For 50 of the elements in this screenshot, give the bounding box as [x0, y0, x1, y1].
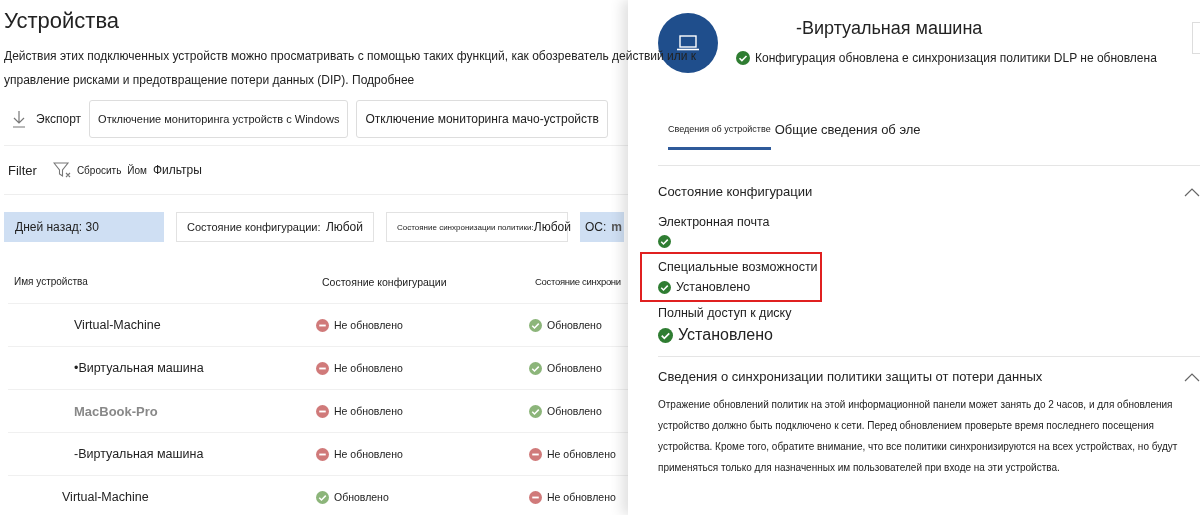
filter-extra-label: Йом: [127, 164, 147, 176]
status-text: Не обновлено: [334, 405, 403, 417]
column-header[interactable]: Состояние синхрони: [535, 276, 625, 287]
status-text: Не обновлено: [334, 319, 403, 331]
tab[interactable]: Сведения об устройстве: [668, 124, 771, 150]
filter-chip[interactable]: Дней назад: 30: [4, 212, 164, 242]
tab[interactable]: Общие сведения об эле: [774, 122, 921, 150]
panel-title: -Виртуальная машина: [796, 18, 984, 39]
status-text: Не обновлено: [547, 448, 616, 460]
section-title[interactable]: Сведения о синхронизации политики защиты от потери данных: [658, 369, 1043, 384]
download-icon: [12, 110, 26, 128]
filter-label: Filter: [8, 162, 37, 178]
toolbar-button[interactable]: Отключение мониторинга мачо-устройств: [356, 100, 608, 138]
status-text: Обновлено: [547, 362, 602, 374]
setting-value: Установлено: [676, 280, 751, 294]
setting-label: Специальные возможности: [658, 260, 818, 274]
status-text: Не обновлено: [547, 491, 616, 503]
filter-chip[interactable]: Состояние конфигурации: Любой: [176, 212, 374, 242]
clear-filter-icon: [52, 161, 73, 179]
column-header[interactable]: Состояние конфигурации: [322, 275, 535, 288]
device-name[interactable]: Virtual-Machine: [8, 490, 316, 504]
page-title: Устройства: [4, 8, 121, 34]
info-text: Отражение обновлений политик на этой информационной панели может занять до 2 часов, и для обновления устройство должно быть подключено к сети. Перед обновлением проверьте время последнего посещения устройства. Кроме того, обратите внимание, что все политики синхронизируются на всех устройствах, но будут применяться только для назначенных им пользователей при входе на эти устройства.: [658, 398, 1179, 475]
status-text: Обновлено: [547, 405, 602, 417]
status-text: Не обновлено: [334, 448, 403, 460]
chevron-icon[interactable]: [1184, 186, 1200, 197]
chevron-icon[interactable]: [1184, 371, 1200, 382]
status-text: Обновлено: [547, 319, 602, 331]
setting-label: Электронная почта: [658, 215, 770, 229]
device-name[interactable]: •Виртуальная машина: [8, 361, 316, 375]
device-name[interactable]: Virtual-Machine: [8, 318, 316, 332]
device-name[interactable]: MacBook-Pro: [8, 403, 316, 419]
check-icon: [736, 51, 750, 65]
description-text: управление рисками и предотвращение потери данных (DIP). Подробнее: [4, 72, 415, 89]
description-text: Действия этих подключенных устройств можно просматривать с помощью таких функций, как обозреватель действий или к: [4, 48, 696, 65]
status-text: Конфигурация обновлена е синхронизация политики DLP не обновлена: [755, 51, 1157, 65]
setting-value: Установлено: [678, 326, 773, 344]
column-header[interactable]: Имя устройства: [8, 276, 322, 287]
export-button[interactable]: Экспорт: [4, 110, 82, 128]
setting-label: Полный доступ к диску: [658, 306, 792, 320]
status-text: Не обновлено: [334, 362, 403, 374]
filter-chip[interactable]: Состояние синхронизации политики:Любой: [386, 212, 568, 242]
device-name[interactable]: -Виртуальная машина: [8, 447, 316, 461]
filters-button[interactable]: Фильтры: [152, 163, 202, 177]
status-text: Обновлено: [334, 491, 389, 503]
filter-chip[interactable]: ОС: m: [580, 212, 624, 242]
reset-filters-button[interactable]: Сбросить: [52, 161, 122, 179]
toolbar-button[interactable]: Отключение мониторинга устройств с Windows: [89, 100, 349, 138]
section-title[interactable]: Состояние конфигурации: [658, 184, 813, 199]
laptop-icon: [677, 35, 699, 51]
